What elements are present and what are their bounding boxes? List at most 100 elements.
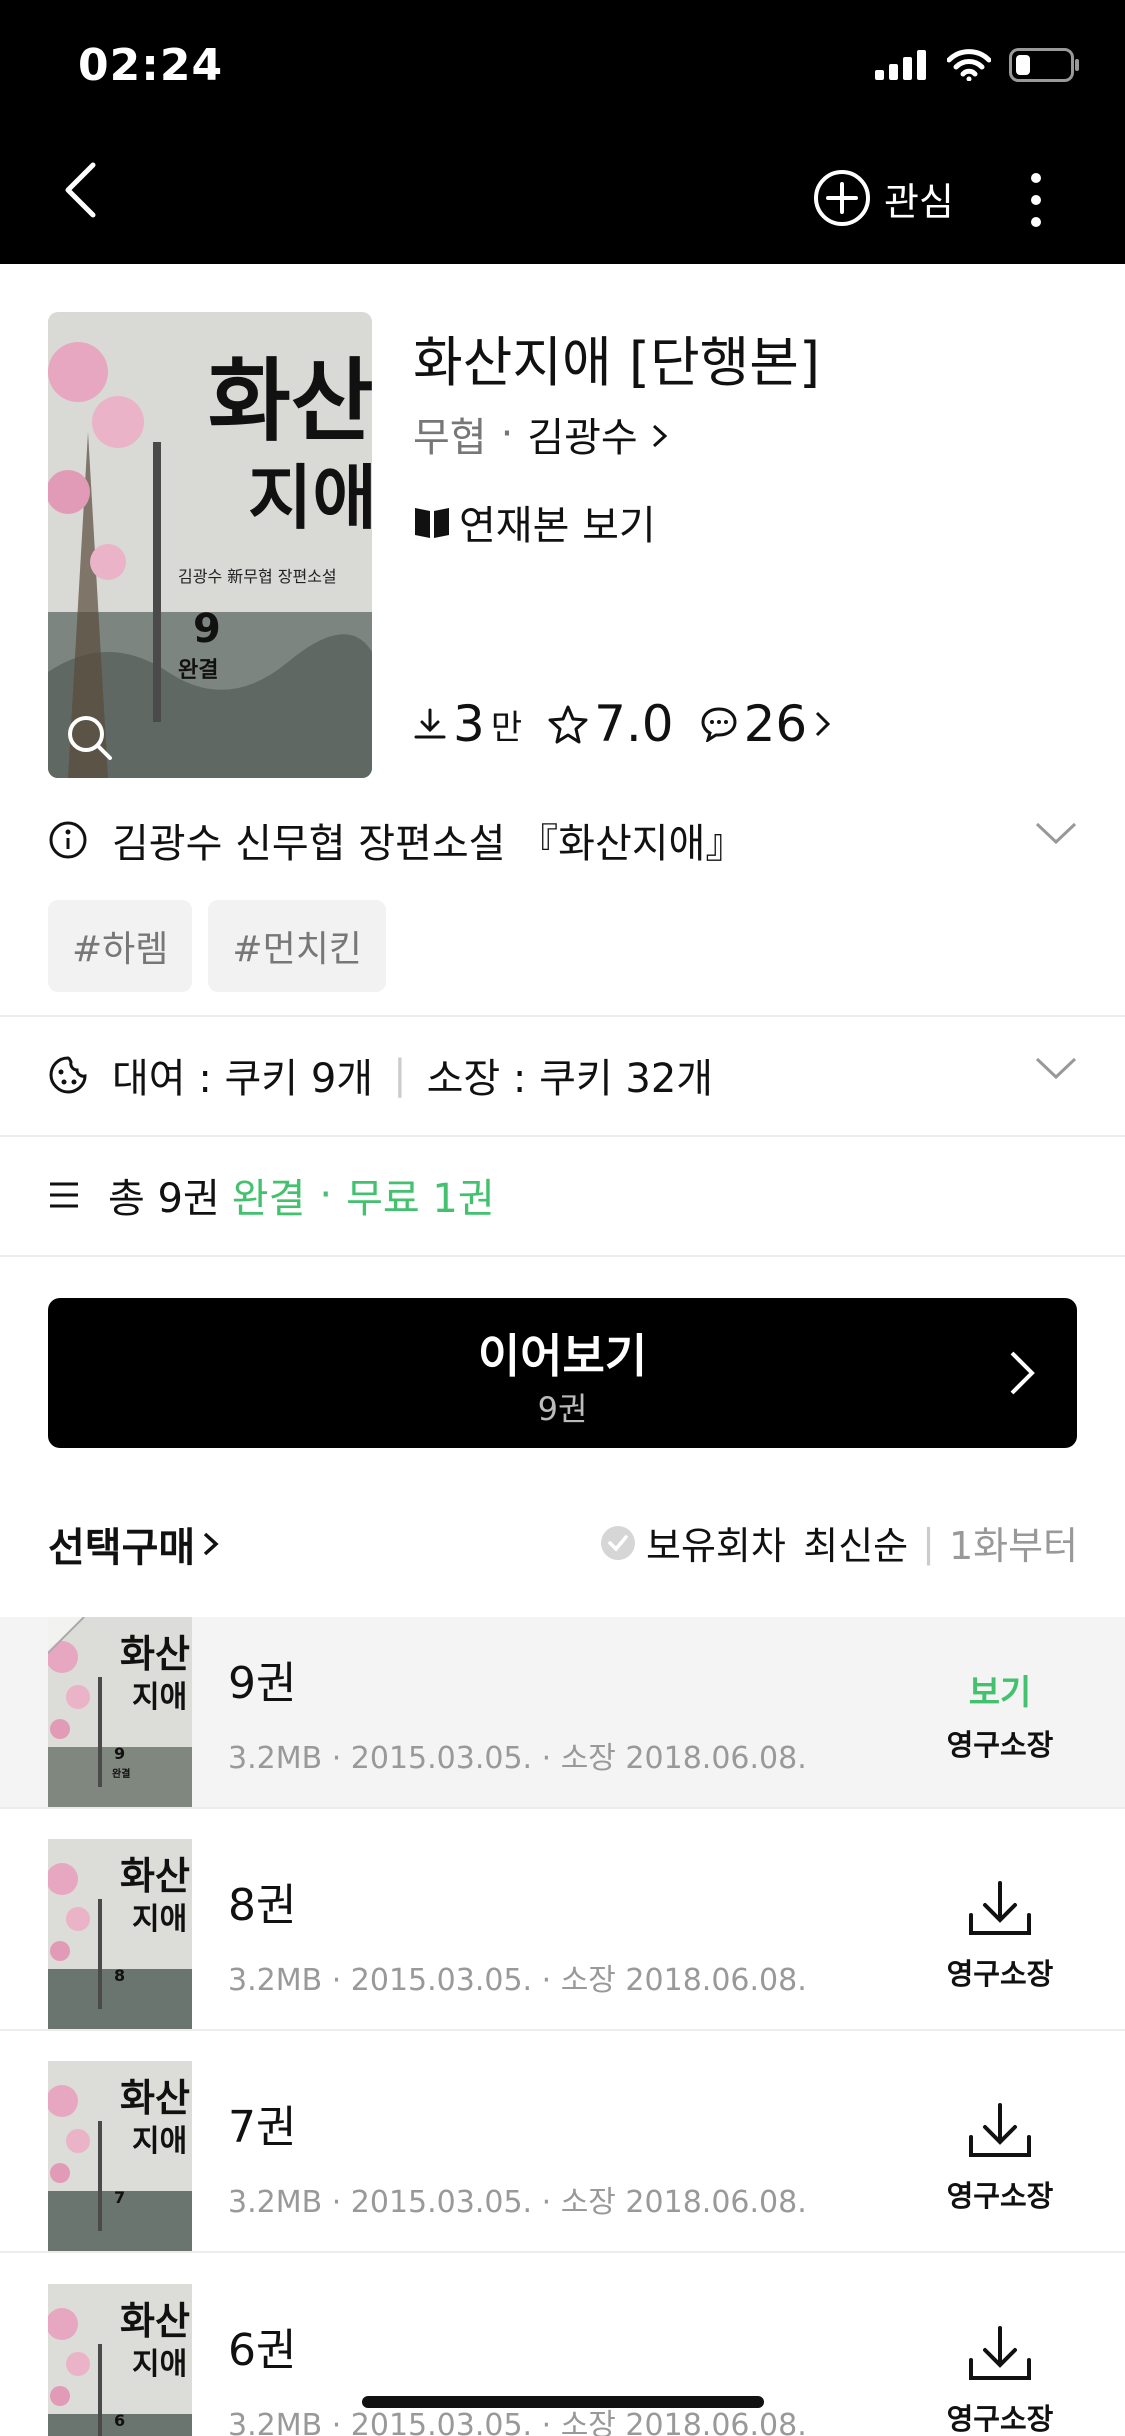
book-cover[interactable]: 화산 지애 김광수 新무협 장편소설 9 완결 xyxy=(48,312,372,778)
rating-value: 7.0 xyxy=(594,695,674,753)
download-action[interactable]: 영구소장 xyxy=(930,2324,1070,2436)
thumb-status: 완결 xyxy=(112,1767,130,1780)
thumb-title-2: 지애 xyxy=(132,1902,187,1937)
book-meta: 무협 · 김광수 xyxy=(413,405,670,463)
download-action[interactable]: 영구소장 xyxy=(930,1879,1070,1993)
thumb-title: 화산 xyxy=(120,2075,190,2120)
battery-icon xyxy=(1009,48,1079,82)
chevron-down-icon xyxy=(1035,822,1077,845)
thumb-volume: 9 xyxy=(114,1744,125,1763)
list-item[interactable]: 화산 지애 7 7권 3.2MB · 2015.03.05. · 소장 2018… xyxy=(0,2061,1125,2251)
book-genre: 무협 xyxy=(413,415,487,461)
tag-item[interactable]: #하렘 xyxy=(48,900,193,992)
chevron-right-icon xyxy=(653,424,668,448)
home-indicator[interactable] xyxy=(362,2396,764,2408)
rent-price: 대여 : 쿠키 9개 xyxy=(112,1056,374,1102)
tag-item[interactable]: #먼치킨 xyxy=(208,900,386,992)
free-count: 무료 1권 xyxy=(346,1176,495,1222)
top-bar: 02:24 관심 xyxy=(0,0,1125,264)
download-icon xyxy=(969,1881,1031,1935)
episode-title: 7권 xyxy=(228,2102,297,2153)
status-time: 02:24 xyxy=(78,40,224,91)
list-icon xyxy=(50,1182,78,1208)
serial-link[interactable]: 연재본 보기 xyxy=(413,493,656,551)
thumb-volume: 8 xyxy=(114,1966,125,1985)
comment-stat[interactable]: 26 xyxy=(700,695,834,753)
divider xyxy=(0,2251,1125,2253)
author-link[interactable]: 김광수 xyxy=(527,405,670,463)
list-item[interactable]: 화산 지애 6 6권 3.2MB · 2015.03.05. · 소장 2018… xyxy=(0,2284,1125,2436)
description-row[interactable]: 김광수 신무협 장편소설 『화산지애』 xyxy=(48,810,1078,870)
episode-title: 9권 xyxy=(228,1658,297,1709)
episode-action[interactable]: 보기 영구소장 xyxy=(930,1665,1070,1764)
episode-info: 3.2MB · 2015.03.05. · 소장 2018.06.08. xyxy=(228,1741,807,1776)
status-icons xyxy=(875,48,1081,82)
summary-row: 총 9권 완결 · 무료 1권 xyxy=(48,1165,495,1225)
chevron-left-icon xyxy=(65,162,96,218)
own-price: 소장 : 쿠키 32개 xyxy=(426,1056,714,1102)
plus-circle-icon xyxy=(814,170,870,226)
continue-label: 이어보기 xyxy=(477,1329,648,1383)
own-label: 영구소장 xyxy=(946,2179,1054,2213)
owned-filter-label: 보유회차 xyxy=(646,1524,786,1568)
download-count: 3 xyxy=(453,695,485,753)
thumb-title: 화산 xyxy=(120,2298,190,2343)
comment-count: 26 xyxy=(743,695,808,753)
episode-title: 8권 xyxy=(228,1880,297,1931)
thumb-volume: 6 xyxy=(114,2411,125,2430)
signal-icon xyxy=(875,50,926,80)
thumb-title: 화산 xyxy=(120,1631,190,1676)
divider xyxy=(0,2029,1125,2031)
download-icon xyxy=(969,2326,1031,2380)
owned-filter-toggle[interactable]: 보유회차 xyxy=(600,1515,786,1570)
wifi-icon xyxy=(947,49,991,81)
rating-stat: 7.0 xyxy=(548,695,674,753)
meta-dot: · xyxy=(500,411,514,457)
total-count: 총 9권 xyxy=(108,1176,220,1222)
chevron-right-icon xyxy=(1010,1351,1035,1395)
price-row[interactable]: 대여 : 쿠키 9개 | 소장 : 쿠키 32개 xyxy=(48,1045,1078,1105)
own-label: 영구소장 xyxy=(946,1957,1054,1991)
cover-subtitle: 김광수 新무협 장편소설 xyxy=(178,567,337,586)
episode-thumbnail: 화산 지애 8 xyxy=(48,1839,192,2029)
sort-first[interactable]: 1화부터 xyxy=(949,1515,1078,1570)
comment-icon xyxy=(701,707,737,742)
summary-dot: · xyxy=(319,1172,333,1218)
author-name: 김광수 xyxy=(527,415,638,461)
favorite-label: 관심 xyxy=(884,179,954,224)
cover-title-1: 화산 xyxy=(208,348,372,454)
own-label: 영구소장 xyxy=(946,2402,1054,2436)
thumb-title: 화산 xyxy=(120,1853,190,1898)
list-item[interactable]: 화산 지애 8 8권 3.2MB · 2015.03.05. · 소장 2018… xyxy=(0,1839,1125,2029)
view-button[interactable]: 보기 xyxy=(930,1665,1070,1714)
book-title: 화산지애 [단행본] xyxy=(413,331,821,394)
cover-art: 화산 지애 김광수 新무협 장편소설 9 완결 xyxy=(48,312,372,778)
price-separator: | xyxy=(393,1052,407,1098)
book-open-icon xyxy=(415,508,449,538)
download-icon xyxy=(414,708,446,739)
cookie-icon xyxy=(49,1056,87,1094)
divider xyxy=(0,1015,1125,1017)
divider xyxy=(0,1135,1125,1137)
download-unit: 만 xyxy=(490,707,523,748)
download-action[interactable]: 영구소장 xyxy=(930,2101,1070,2215)
sort-separator: | xyxy=(922,1520,935,1565)
sort-latest[interactable]: 최신순 xyxy=(803,1515,908,1570)
divider xyxy=(0,1807,1125,1809)
chevron-right-icon xyxy=(204,1532,219,1556)
select-buy-button[interactable]: 선택구매 xyxy=(48,1515,221,1573)
download-stat: 3만 xyxy=(413,695,522,753)
own-label: 영구소장 xyxy=(946,1728,1054,1762)
more-button[interactable] xyxy=(1020,170,1052,230)
continue-sub: 9권 xyxy=(537,1390,588,1428)
back-button[interactable] xyxy=(60,160,120,230)
continue-reading-button[interactable]: 이어보기 9권 xyxy=(48,1298,1077,1448)
cover-title-2: 지애 xyxy=(248,456,372,539)
check-circle-icon xyxy=(601,1525,635,1560)
thumb-title-2: 지애 xyxy=(132,2124,187,2159)
episode-thumbnail: 화산 지애 7 xyxy=(48,2061,192,2251)
favorite-button[interactable]: 관심 xyxy=(812,168,954,228)
chevron-down-icon xyxy=(1035,1057,1077,1080)
list-item[interactable]: 화산 지애 9 완결 9권 3.2MB · 2015.03.05. · 소장 2… xyxy=(0,1617,1125,1807)
download-icon xyxy=(969,2103,1031,2157)
